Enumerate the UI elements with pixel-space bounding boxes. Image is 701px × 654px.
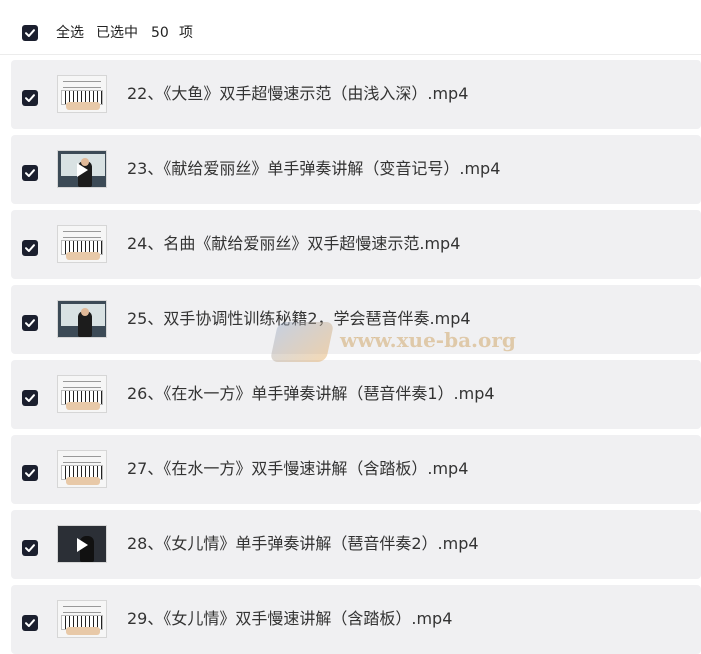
list-item[interactable]: 29、《女儿情》双手慢速讲解（含踏板）.mp4 xyxy=(11,585,701,654)
checkbox-checked[interactable] xyxy=(22,315,38,331)
checkbox-checked[interactable] xyxy=(22,615,38,631)
video-thumbnail[interactable] xyxy=(57,600,107,638)
video-thumbnail[interactable] xyxy=(57,300,107,338)
file-name[interactable]: 29、《女儿情》双手慢速讲解（含踏板）.mp4 xyxy=(127,609,452,629)
video-thumbnail[interactable] xyxy=(57,225,107,263)
checkbox-checked[interactable] xyxy=(22,165,38,181)
video-thumbnail[interactable] xyxy=(57,375,107,413)
checkbox-checked[interactable] xyxy=(22,465,38,481)
checkbox-checked[interactable] xyxy=(22,390,38,406)
list-item[interactable]: 25、双手协调性训练秘籍2，学会琶音伴奏.mp4 xyxy=(11,285,701,354)
file-name[interactable]: 28、《女儿情》单手弹奏讲解（琶音伴奏2）.mp4 xyxy=(127,534,479,554)
select-all-label[interactable]: 全选 xyxy=(56,24,84,42)
file-list: 22、《大鱼》双手超慢速示范（由浅入深）.mp4 23、《献给爱丽丝》单手弹奏讲… xyxy=(0,0,701,654)
selected-unit: 项 xyxy=(179,25,193,41)
file-name[interactable]: 27、《在水一方》双手慢速讲解（含踏板）.mp4 xyxy=(127,459,468,479)
play-icon xyxy=(77,163,88,177)
play-icon xyxy=(77,538,88,552)
list-item[interactable]: 27、《在水一方》双手慢速讲解（含踏板）.mp4 xyxy=(11,435,701,504)
video-thumbnail[interactable] xyxy=(57,525,107,563)
video-thumbnail[interactable] xyxy=(57,75,107,113)
list-item[interactable]: 24、名曲《献给爱丽丝》双手超慢速示范.mp4 xyxy=(11,210,701,279)
list-item[interactable]: 26、《在水一方》单手弹奏讲解（琶音伴奏1）.mp4 xyxy=(11,360,701,429)
list-item[interactable]: 23、《献给爱丽丝》单手弹奏讲解（变音记号）.mp4 xyxy=(11,135,701,204)
file-name[interactable]: 26、《在水一方》单手弹奏讲解（琶音伴奏1）.mp4 xyxy=(127,384,495,404)
list-item[interactable]: 28、《女儿情》单手弹奏讲解（琶音伴奏2）.mp4 xyxy=(11,510,701,579)
list-item[interactable]: 22、《大鱼》双手超慢速示范（由浅入深）.mp4 xyxy=(11,60,701,129)
select-all-checkbox[interactable] xyxy=(22,25,38,41)
file-name[interactable]: 22、《大鱼》双手超慢速示范（由浅入深）.mp4 xyxy=(127,84,468,104)
file-name[interactable]: 24、名曲《献给爱丽丝》双手超慢速示范.mp4 xyxy=(127,234,460,254)
video-thumbnail[interactable] xyxy=(57,450,107,488)
selected-count: 50 xyxy=(151,25,169,41)
selected-label: 已选中 xyxy=(96,25,138,41)
checkbox-checked[interactable] xyxy=(22,540,38,556)
file-name[interactable]: 25、双手协调性训练秘籍2，学会琶音伴奏.mp4 xyxy=(127,309,471,329)
checkbox-checked[interactable] xyxy=(22,240,38,256)
video-thumbnail[interactable] xyxy=(57,150,107,188)
file-name[interactable]: 23、《献给爱丽丝》单手弹奏讲解（变音记号）.mp4 xyxy=(127,159,500,179)
selection-toolbar: 全选 已选中 50 项 xyxy=(0,0,701,55)
checkbox-checked[interactable] xyxy=(22,90,38,106)
